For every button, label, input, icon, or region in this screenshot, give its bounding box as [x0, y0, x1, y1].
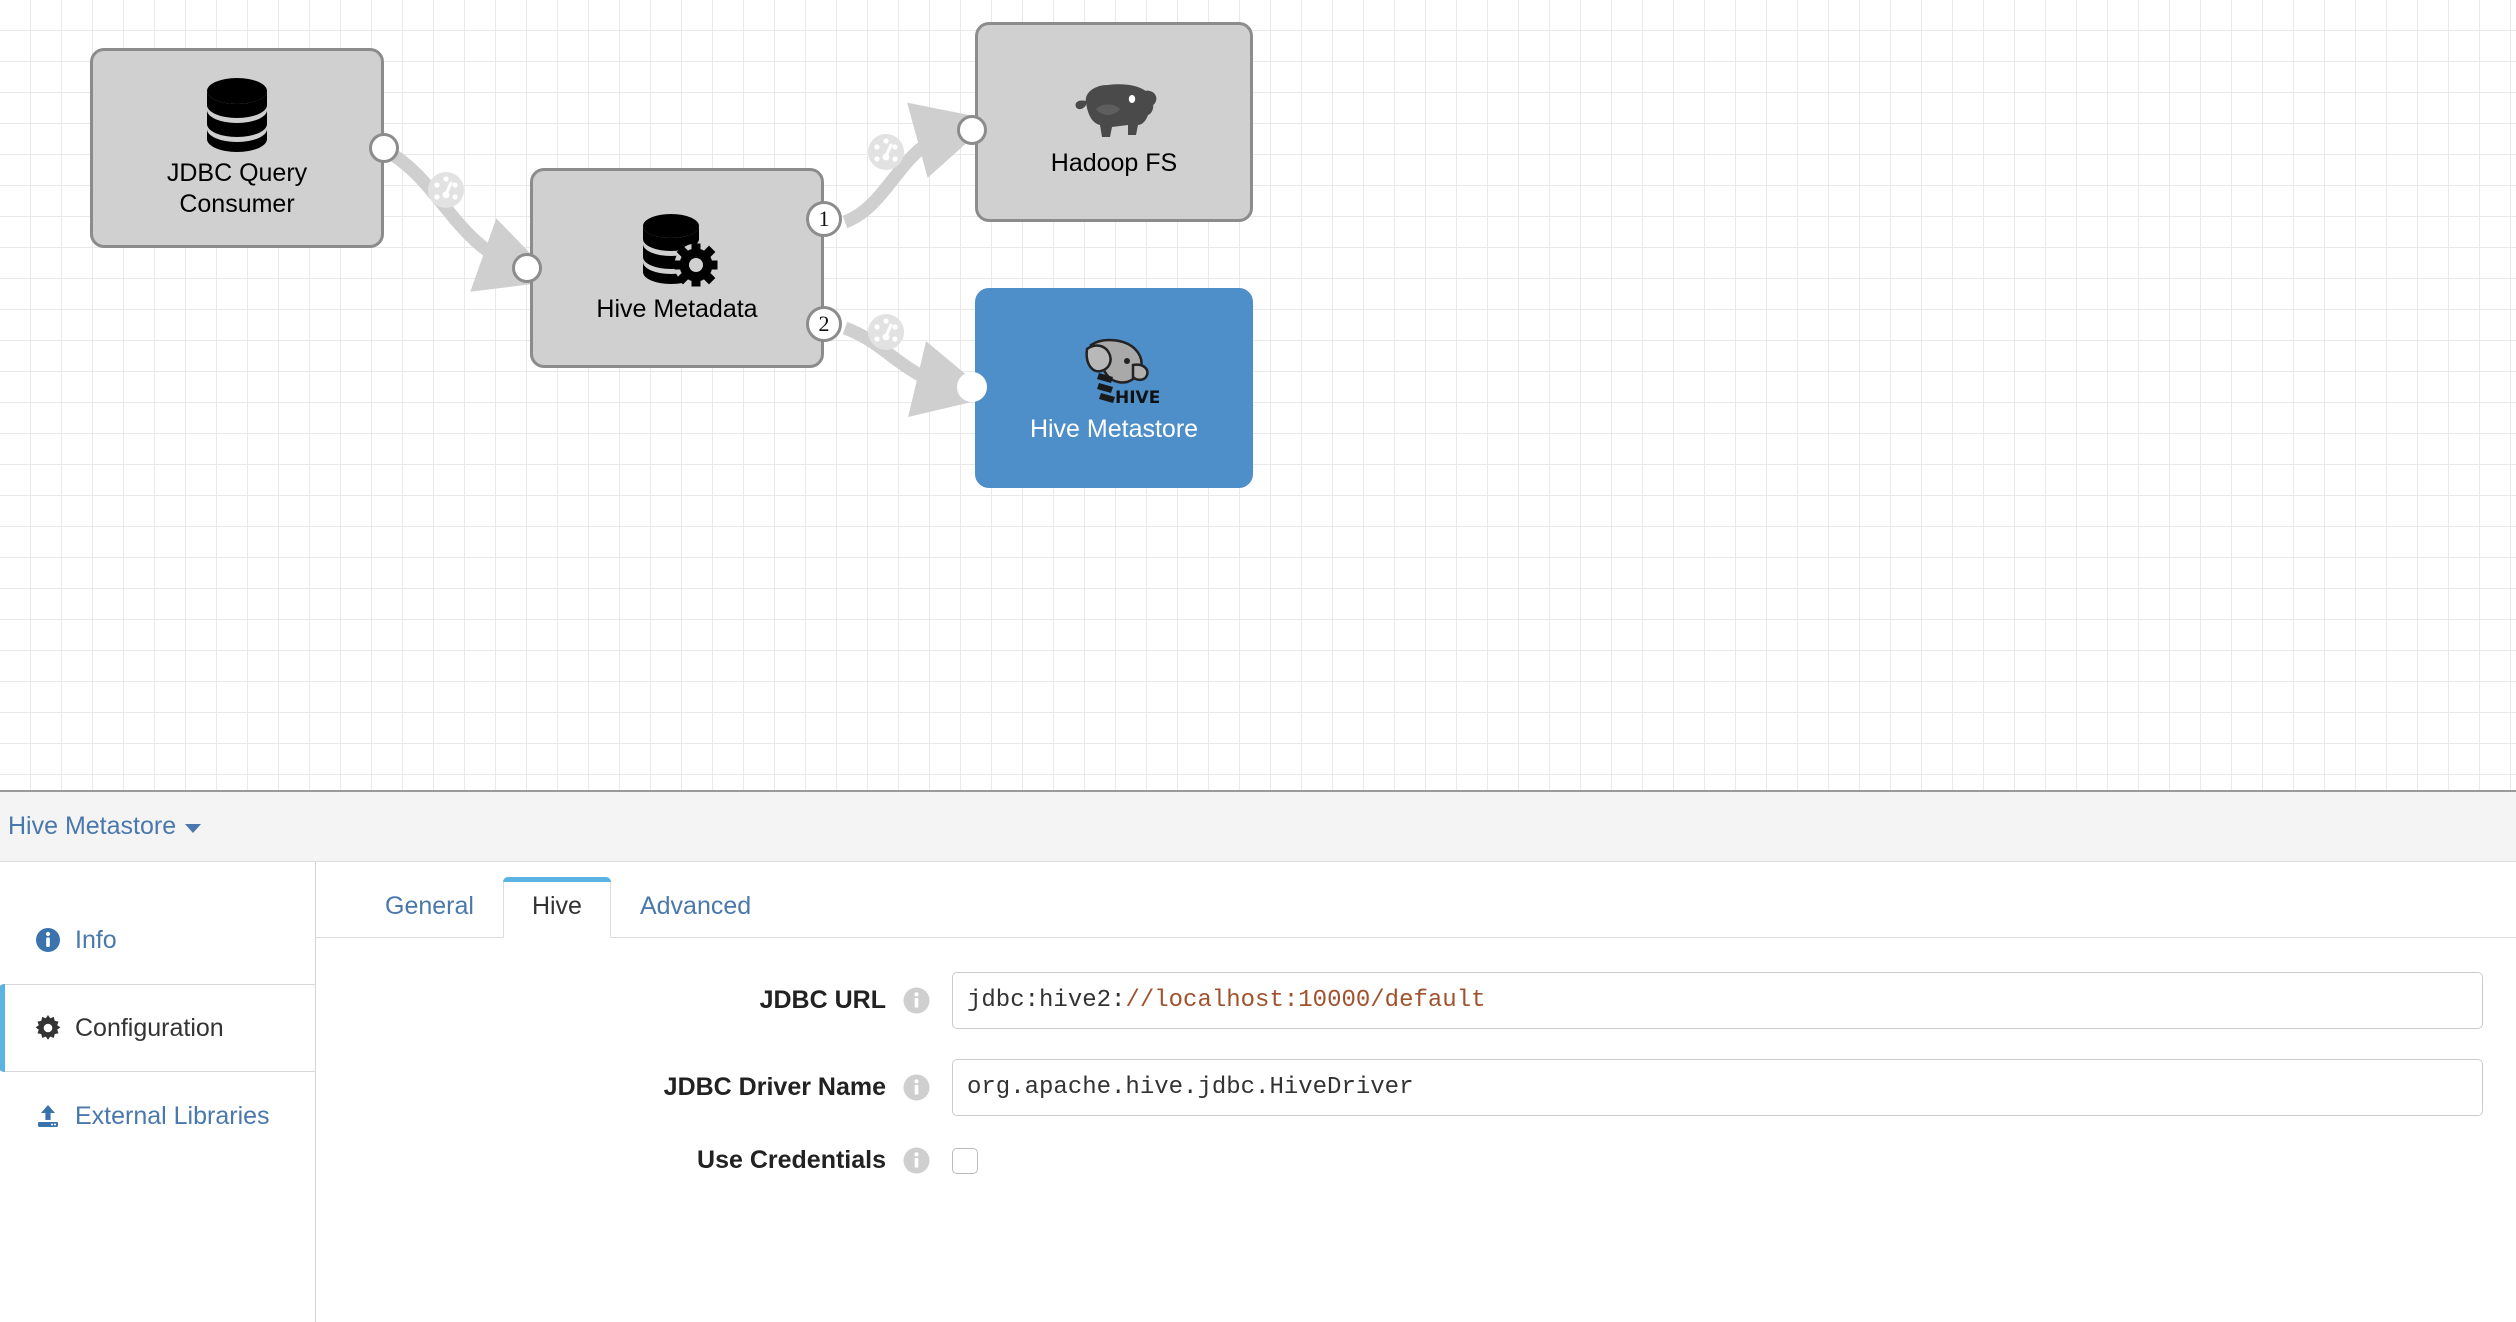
pipeline-node-hadoop-fs[interactable]: Hadoop FS [975, 22, 1253, 222]
jdbc-url-input[interactable]: jdbc:hive2://localhost:10000/default [952, 972, 2483, 1029]
gauge-icon[interactable] [866, 312, 906, 352]
use-credentials-control [952, 1147, 2516, 1174]
sidebar-item-external-libraries[interactable]: External Libraries [0, 1072, 315, 1160]
jdbc-driver-name-input[interactable]: org.apache.hive.jdbc.HiveDriver [952, 1059, 2483, 1116]
jdbc-driver-name-control: org.apache.hive.jdbc.HiveDriver [952, 1059, 2516, 1116]
input-port[interactable] [957, 115, 987, 145]
stage-config-panel: Info Configuration External Libraries Ge… [0, 862, 2516, 1322]
sidebar-item-configuration[interactable]: Configuration [0, 984, 315, 1072]
form-row-jdbc-driver-name: JDBC Driver Name org.apache.hive.jdbc.Hi… [316, 1059, 2516, 1116]
info-icon[interactable] [902, 987, 930, 1015]
pipeline-node-label: JDBC Query Consumer [166, 159, 308, 218]
svg-text:HIVE: HIVE [1115, 388, 1159, 408]
pipeline-canvas[interactable]: JDBC Query Consumer Hive Metadata 1 2 Ha… [0, 0, 2516, 790]
hive-elephant-icon: HIVE [1069, 332, 1159, 410]
input-port[interactable] [512, 253, 542, 283]
database-gear-icon [635, 212, 719, 290]
tab-advanced[interactable]: Advanced [611, 877, 780, 938]
stage-selector-label: Hive Metastore [8, 812, 177, 840]
pipeline-node-label: Hive Metadata [596, 294, 758, 323]
tab-hive[interactable]: Hive [502, 877, 611, 938]
panel-header: Hive Metastore [0, 790, 2516, 862]
jdbc-driver-name-label: JDBC Driver Name [663, 1073, 886, 1101]
output-port-badge-1[interactable]: 1 [806, 201, 842, 237]
sidebar-item-label: External Libraries [75, 1101, 270, 1130]
gauge-icon[interactable] [426, 170, 466, 210]
jdbc-driver-name-value: org.apache.hive.jdbc.HiveDriver [967, 1074, 1414, 1101]
config-form: JDBC URL jdbc:hive2://localhost:10000/de… [316, 938, 2516, 1175]
jdbc-url-value-host: //localhost:10000/default [1125, 987, 1486, 1014]
config-tab-strip: General Hive Advanced [316, 862, 2516, 938]
pipeline-node-hive-metastore[interactable]: HIVE Hive Metastore [975, 288, 1253, 488]
jdbc-url-label: JDBC URL [759, 986, 886, 1014]
info-icon[interactable] [902, 1074, 930, 1102]
form-row-use-credentials: Use Credentials [316, 1146, 2516, 1175]
chevron-down-icon [185, 824, 202, 833]
hadoop-elephant-icon [1066, 66, 1162, 144]
jdbc-url-control: jdbc:hive2://localhost:10000/default [952, 972, 2516, 1029]
use-credentials-label: Use Credentials [697, 1146, 886, 1174]
gear-icon [34, 1014, 62, 1042]
sidebar-item-label: Configuration [75, 1013, 224, 1042]
panel-content: General Hive Advanced JDBC URL jdbc:hive… [316, 862, 2516, 1322]
gauge-icon[interactable] [866, 132, 906, 172]
output-port[interactable] [369, 133, 399, 163]
database-icon [197, 76, 277, 154]
pipeline-node-hive-metadata[interactable]: Hive Metadata [530, 168, 824, 368]
info-icon[interactable] [902, 1147, 930, 1175]
input-port[interactable] [957, 372, 987, 402]
panel-side-nav: Info Configuration External Libraries [0, 862, 316, 1322]
use-credentials-checkbox[interactable] [952, 1147, 978, 1174]
pipeline-node-jdbc-query-consumer[interactable]: JDBC Query Consumer [90, 48, 384, 248]
form-row-jdbc-url: JDBC URL jdbc:hive2://localhost:10000/de… [316, 972, 2516, 1029]
tab-general[interactable]: General [356, 877, 503, 938]
pipeline-node-label: Hadoop FS [1050, 148, 1178, 177]
upload-icon [34, 1102, 62, 1130]
info-circle-icon [34, 926, 62, 954]
sidebar-item-info[interactable]: Info [0, 896, 315, 984]
stage-selector-dropdown[interactable]: Hive Metastore [8, 812, 202, 841]
output-port-badge-2[interactable]: 2 [806, 306, 842, 342]
pipeline-node-label: Hive Metastore [1029, 414, 1199, 443]
jdbc-url-value-scheme: jdbc:hive2: [967, 987, 1126, 1014]
sidebar-item-label: Info [75, 925, 117, 954]
